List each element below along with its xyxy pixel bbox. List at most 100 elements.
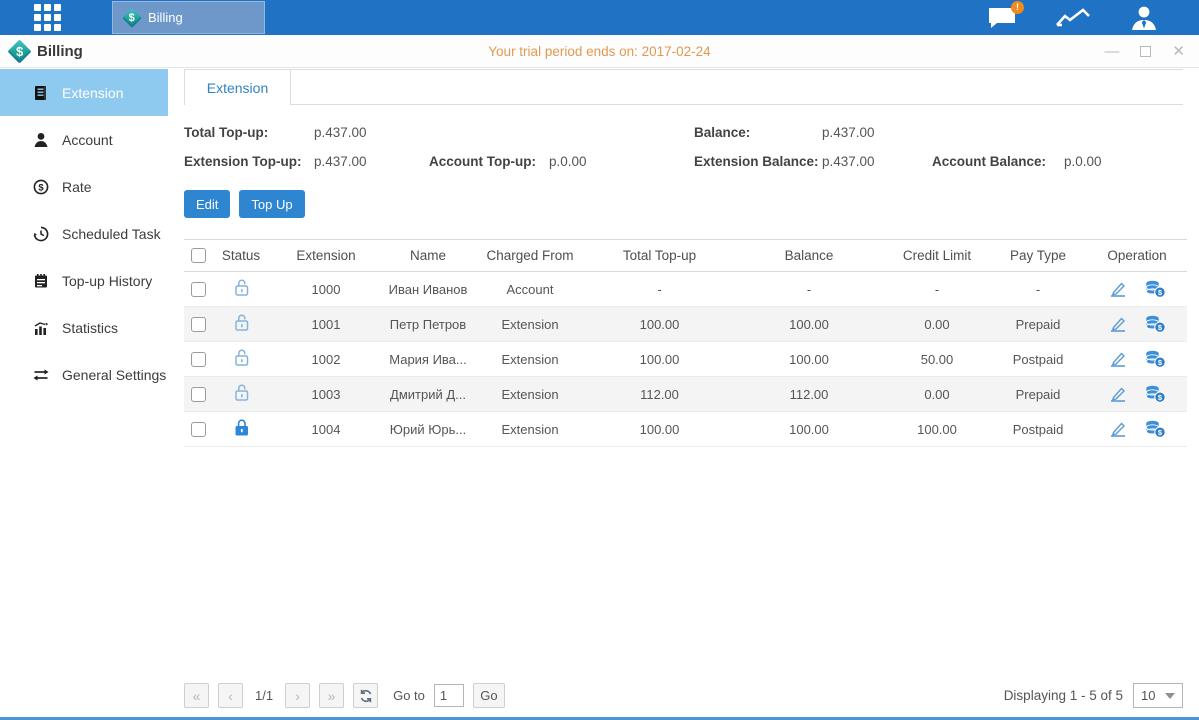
edit-pencil-icon[interactable] [1108, 385, 1128, 403]
cell-name: Иван Иванов [382, 272, 474, 307]
prev-page-button[interactable]: ‹ [218, 683, 243, 708]
col-name: Name [382, 240, 474, 272]
extension-balance-value: p.437.00 [822, 154, 932, 169]
last-page-button[interactable]: » [319, 683, 344, 708]
lock-status-icon[interactable] [233, 348, 250, 367]
edit-pencil-icon[interactable] [1108, 280, 1128, 298]
lock-status-icon[interactable] [233, 313, 250, 332]
sidebar-item-extension[interactable]: Extension [0, 69, 168, 116]
app-grid-icon[interactable] [34, 4, 61, 31]
edit-button[interactable]: Edit [184, 190, 230, 218]
balance-label: Balance: [694, 125, 822, 140]
page-indicator: 1/1 [255, 688, 273, 703]
top-up-coins-icon[interactable]: $ [1145, 315, 1166, 333]
select-all-checkbox[interactable] [191, 248, 206, 263]
tab-extension-label: Extension [207, 80, 268, 96]
col-operation: Operation [1087, 240, 1187, 272]
sidebar-item-topup-history[interactable]: Top-up History [0, 257, 168, 304]
person-icon [33, 132, 49, 148]
tab-extension[interactable]: Extension [184, 69, 291, 105]
row-checkbox[interactable] [191, 317, 206, 332]
account-topup-value: p.0.00 [549, 154, 587, 169]
cell-charged-from: Account [474, 272, 586, 307]
dollar-circle-icon: $ [33, 179, 49, 195]
cell-total-topup: 112.00 [586, 377, 733, 412]
cell-extension: 1000 [270, 272, 382, 307]
lock-open-icon [233, 278, 250, 297]
edit-pencil-icon[interactable] [1108, 315, 1128, 333]
sidebar-item-label: Account [62, 132, 113, 148]
edit-pencil-icon[interactable] [1108, 420, 1128, 438]
sidebar-item-label: Extension [62, 85, 123, 101]
lock-open-icon [233, 313, 250, 332]
row-checkbox[interactable] [191, 422, 206, 437]
tab-strip: Extension [184, 69, 1183, 105]
svg-text:$: $ [38, 182, 44, 193]
top-up-coins-icon[interactable]: $ [1145, 350, 1166, 368]
cell-balance: 100.00 [733, 307, 885, 342]
extensions-table: Status Extension Name Charged From Total… [184, 239, 1187, 447]
top-up-coins-icon[interactable]: $ [1145, 385, 1166, 403]
cell-extension: 1004 [270, 412, 382, 447]
top-up-coins-icon[interactable]: $ [1145, 280, 1166, 298]
sidebar-item-general-settings[interactable]: General Settings [0, 351, 168, 398]
message-icon[interactable]: ! [987, 6, 1017, 30]
minimize-icon[interactable]: — [1104, 44, 1119, 59]
first-page-button[interactable]: « [184, 683, 209, 708]
col-charged-from: Charged From [474, 240, 586, 272]
cell-balance: 100.00 [733, 342, 885, 377]
sidebar-item-label: Scheduled Task [62, 226, 161, 242]
account-user-icon[interactable] [1129, 5, 1159, 31]
sidebar-item-label: Rate [62, 179, 92, 195]
ledger-icon [33, 85, 49, 101]
cell-extension: 1002 [270, 342, 382, 377]
row-checkbox[interactable] [191, 282, 206, 297]
dropdown-caret-icon [1165, 693, 1175, 699]
billing-logo-icon: $ [7, 39, 31, 63]
cell-pay-type: Postpaid [989, 342, 1087, 377]
lock-status-icon[interactable] [233, 278, 250, 297]
billing-logo-icon: $ [122, 8, 142, 28]
go-to-label: Go to [393, 688, 425, 703]
cell-balance: - [733, 272, 885, 307]
refresh-icon[interactable] [353, 683, 378, 708]
cell-total-topup: 100.00 [586, 307, 733, 342]
taskbar-billing-button[interactable]: $ Billing [112, 1, 265, 34]
row-checkbox[interactable] [191, 352, 206, 367]
bar-chart-icon [33, 320, 49, 336]
notification-badge: ! [1011, 1, 1024, 14]
sidebar-item-rate[interactable]: $ Rate [0, 163, 168, 210]
window-title: Billing [37, 43, 83, 60]
table-row: 1001 Петр Петров Extension 100.00 100.00… [184, 307, 1187, 342]
monitor-icon[interactable] [1055, 6, 1091, 30]
go-to-page-input[interactable] [434, 684, 464, 707]
cell-charged-from: Extension [474, 412, 586, 447]
cell-name: Юрий Юрь... [382, 412, 474, 447]
sidebar-item-account[interactable]: Account [0, 116, 168, 163]
col-total-topup: Total Top-up [586, 240, 733, 272]
lock-status-icon[interactable] [233, 418, 250, 437]
next-page-button[interactable]: › [285, 683, 310, 708]
table-row: 1000 Иван Иванов Account - - - - [184, 272, 1187, 307]
lock-status-icon[interactable] [233, 383, 250, 402]
extension-balance-label: Extension Balance: [694, 154, 822, 169]
top-up-coins-icon[interactable]: $ [1145, 420, 1166, 438]
row-checkbox[interactable] [191, 387, 206, 402]
col-pay-type: Pay Type [989, 240, 1087, 272]
topbar-right-icons: ! [987, 0, 1159, 35]
cell-credit-limit: 0.00 [885, 307, 989, 342]
go-button[interactable]: Go [473, 683, 505, 708]
page-size-select[interactable]: 10 [1133, 683, 1183, 708]
cell-extension: 1003 [270, 377, 382, 412]
edit-pencil-icon[interactable] [1108, 350, 1128, 368]
sidebar-item-statistics[interactable]: Statistics [0, 304, 168, 351]
close-icon[interactable]: ✕ [1172, 44, 1185, 59]
taskbar-billing-label: Billing [148, 10, 183, 25]
maximize-icon[interactable] [1140, 46, 1151, 57]
sidebar-item-scheduled-task[interactable]: Scheduled Task [0, 210, 168, 257]
cell-pay-type: Postpaid [989, 412, 1087, 447]
cell-pay-type: - [989, 272, 1087, 307]
top-up-button[interactable]: Top Up [239, 190, 304, 218]
cell-balance: 100.00 [733, 412, 885, 447]
clock-history-icon [33, 226, 49, 242]
